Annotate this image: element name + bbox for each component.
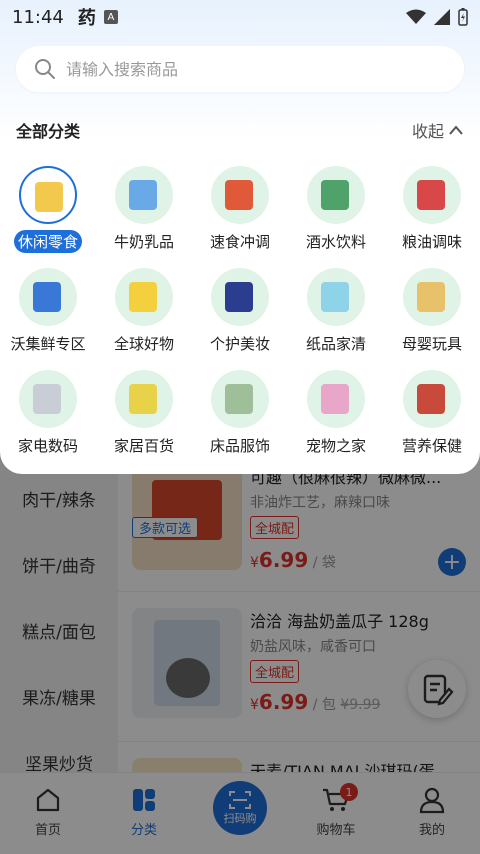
category-image [403,268,461,326]
category-item[interactable]: 速食冲调 [192,166,288,253]
category-image [211,166,269,224]
chevron-up-icon [449,125,463,135]
category-label: 母婴玩具 [401,335,462,353]
status-time: 11:44 [12,6,64,28]
category-item[interactable]: 酒水饮料 [288,166,384,253]
category-image [307,166,365,224]
category-label: 粮油调味 [401,233,462,251]
status-bar: 11:44 药 A [0,0,480,34]
category-label: 纸品家清 [305,335,366,353]
category-label: 酒水饮料 [305,233,366,251]
category-label: 床品服饰 [209,437,270,455]
category-image [19,268,77,326]
category-image [211,268,269,326]
category-image [115,370,173,428]
category-label: 休闲零食 [13,230,82,253]
category-image [19,370,77,428]
category-label: 牛奶乳品 [113,233,174,251]
category-label: 宠物之家 [305,437,366,455]
category-label: 个护美妆 [209,335,270,353]
category-image [115,268,173,326]
category-item[interactable]: 营养保健 [384,370,480,457]
category-label: 营养保健 [401,437,462,455]
category-image [403,166,461,224]
category-item[interactable]: 床品服饰 [192,370,288,457]
panel-title: 全部分类 [16,122,81,141]
category-item[interactable]: 纸品家清 [288,268,384,355]
category-label: 速食冲调 [209,233,270,251]
category-image [307,268,365,326]
category-item[interactable]: 家电数码 [0,370,96,457]
signal-icon [434,9,450,25]
category-label: 全球好物 [113,335,174,353]
battery-icon [458,8,468,26]
category-label: 家居百货 [113,437,174,455]
status-notice-icon: A [103,10,118,24]
category-label: 沃集鲜专区 [10,335,86,353]
category-item[interactable]: 粮油调味 [384,166,480,253]
category-item[interactable]: 休闲零食 [0,166,96,253]
category-image [307,370,365,428]
category-item[interactable]: 家居百货 [96,370,192,457]
category-item[interactable]: 宠物之家 [288,370,384,457]
status-app-glyph: 药 [77,8,96,29]
category-item[interactable]: 个护美妆 [192,268,288,355]
category-label: 家电数码 [17,437,78,455]
wifi-icon [406,9,426,24]
category-item[interactable]: 沃集鲜专区 [0,268,96,355]
search-icon [35,59,55,79]
all-categories-panel: 全部分类 收起 休闲零食 牛奶乳品 速食冲调 酒水饮料 粮油调味沃集鲜专区 全球好物 个护美… [0,0,480,474]
collapse-label: 收起 [411,122,444,141]
collapse-button[interactable]: 收起 [412,118,464,142]
category-image [403,370,461,428]
category-item[interactable]: 全球好物 [96,268,192,355]
search-bar[interactable] [16,46,464,92]
category-image [211,370,269,428]
category-image [115,166,173,224]
category-image [19,166,77,224]
category-item[interactable]: 牛奶乳品 [96,166,192,253]
category-item[interactable]: 母婴玩具 [384,268,480,355]
search-input[interactable] [66,59,426,79]
